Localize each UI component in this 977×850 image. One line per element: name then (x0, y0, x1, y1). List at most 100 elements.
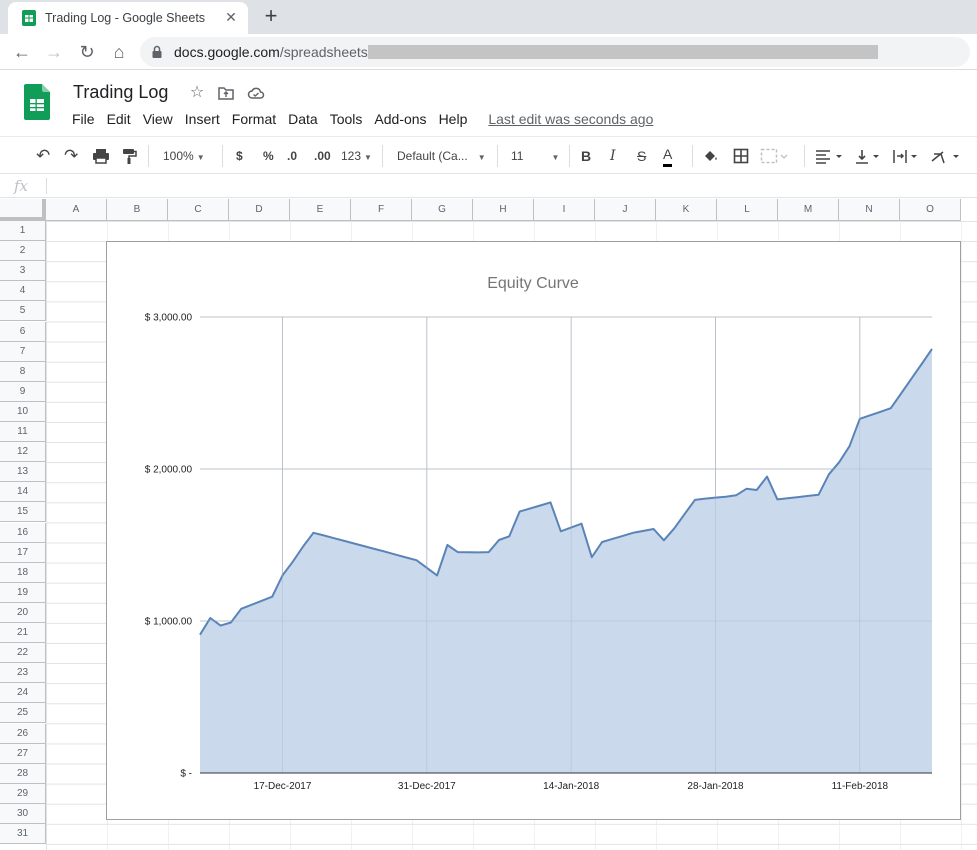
column-header-m[interactable]: M (778, 199, 839, 221)
text-rotation-icon[interactable] (929, 146, 965, 166)
row-header-4[interactable]: 4 (0, 281, 46, 302)
chevron-down-icon: ▼ (477, 153, 486, 162)
vertical-align-icon[interactable] (853, 146, 885, 166)
column-header-o[interactable]: O (900, 199, 961, 221)
horizontal-align-icon[interactable] (814, 146, 846, 166)
bold-button[interactable]: B (581, 146, 591, 166)
row-header-16[interactable]: 16 (0, 522, 46, 543)
row-header-23[interactable]: 23 (0, 663, 46, 684)
row-header-6[interactable]: 6 (0, 321, 46, 342)
cloud-status-icon[interactable] (247, 84, 265, 102)
italic-button[interactable]: I (610, 146, 616, 166)
tab-title: Trading Log - Google Sheets (45, 11, 206, 25)
font-size-select[interactable]: 11 ▼ (511, 146, 559, 166)
row-header-12[interactable]: 12 (0, 442, 46, 463)
row-header-13[interactable]: 13 (0, 462, 46, 483)
home-icon[interactable]: ⌂ (107, 40, 131, 64)
column-header-h[interactable]: H (473, 199, 534, 221)
chevron-down-icon: ▼ (551, 153, 560, 162)
row-header-11[interactable]: 11 (0, 422, 46, 443)
toolbar-divider (804, 145, 805, 167)
menu-data[interactable]: Data (282, 109, 324, 131)
increase-decimal-button[interactable]: .00 (314, 146, 331, 166)
row-header-1[interactable]: 1 (0, 221, 46, 242)
column-header-a[interactable]: A (46, 199, 107, 221)
column-header-i[interactable]: I (534, 199, 595, 221)
percent-format-button[interactable]: % (263, 146, 274, 166)
close-tab-icon[interactable]: ✕ (222, 8, 240, 26)
row-header-26[interactable]: 26 (0, 723, 46, 744)
row-header-29[interactable]: 29 (0, 783, 46, 804)
paint-format-icon[interactable] (121, 146, 137, 166)
undo-icon[interactable]: ↶ (36, 146, 50, 166)
menu-addons[interactable]: Add-ons (368, 109, 432, 131)
row-header-7[interactable]: 7 (0, 341, 46, 362)
row-header-27[interactable]: 27 (0, 743, 46, 764)
row-header-28[interactable]: 28 (0, 763, 46, 784)
row-header-3[interactable]: 3 (0, 261, 46, 282)
column-header-b[interactable]: B (107, 199, 168, 221)
document-title[interactable]: Trading Log (73, 82, 168, 103)
new-tab-button[interactable]: + (259, 5, 283, 29)
column-header-g[interactable]: G (412, 199, 473, 221)
column-header-n[interactable]: N (839, 199, 900, 221)
menu-file[interactable]: File (66, 109, 101, 131)
fx-icon: fx (14, 177, 29, 195)
row-header-31[interactable]: 31 (0, 824, 46, 845)
row-header-5[interactable]: 5 (0, 301, 46, 322)
column-header-f[interactable]: F (351, 199, 412, 221)
star-icon[interactable]: ☆ (188, 84, 206, 102)
menu-help[interactable]: Help (433, 109, 474, 131)
column-header-k[interactable]: K (656, 199, 717, 221)
zoom-select[interactable]: 100% ▼ (163, 146, 205, 166)
row-header-25[interactable]: 25 (0, 703, 46, 724)
strikethrough-button[interactable]: S (637, 146, 646, 166)
reload-icon[interactable]: ↻ (75, 40, 99, 64)
row-header-20[interactable]: 20 (0, 602, 46, 623)
fill-color-icon[interactable] (702, 146, 720, 166)
column-header-d[interactable]: D (229, 199, 290, 221)
row-header-15[interactable]: 15 (0, 502, 46, 523)
row-header-9[interactable]: 9 (0, 381, 46, 402)
address-bar[interactable]: docs.google.com/spreadsheets/ (140, 37, 970, 67)
text-wrapping-icon[interactable] (891, 146, 923, 166)
borders-icon[interactable] (733, 146, 749, 166)
redo-icon[interactable]: ↷ (64, 146, 78, 166)
currency-format-button[interactable]: $ (236, 146, 243, 166)
column-header-e[interactable]: E (290, 199, 351, 221)
row-header-18[interactable]: 18 (0, 562, 46, 583)
row-header-2[interactable]: 2 (0, 241, 46, 262)
move-folder-icon[interactable] (217, 84, 235, 102)
row-header-21[interactable]: 21 (0, 623, 46, 644)
row-header-14[interactable]: 14 (0, 482, 46, 503)
more-formats-select[interactable]: 123 ▼ (341, 146, 372, 166)
back-icon[interactable]: ← (10, 40, 34, 64)
column-header-c[interactable]: C (168, 199, 229, 221)
row-header-22[interactable]: 22 (0, 643, 46, 664)
row-header-24[interactable]: 24 (0, 683, 46, 704)
menu-tools[interactable]: Tools (324, 109, 369, 131)
browser-tab[interactable]: Trading Log - Google Sheets ✕ (8, 2, 248, 34)
row-header-19[interactable]: 19 (0, 582, 46, 603)
equity-curve-chart[interactable]: Equity Curve $ - $ 1,000.00 $ 2,000.00 $ 3,0… (106, 241, 961, 820)
font-select[interactable]: Default (Ca... ▼ (397, 146, 486, 166)
decrease-decimal-button[interactable]: .0 (287, 146, 297, 166)
print-icon[interactable] (92, 146, 110, 166)
column-header-l[interactable]: L (717, 199, 778, 221)
y-tick-label: $ 3,000.00 (145, 313, 193, 324)
menu-view[interactable]: View (137, 109, 179, 131)
menu-format[interactable]: Format (226, 109, 282, 131)
row-header-30[interactable]: 30 (0, 803, 46, 824)
column-header-j[interactable]: J (595, 199, 656, 221)
row-header-8[interactable]: 8 (0, 361, 46, 382)
last-edit-link[interactable]: Last edit was seconds ago (473, 109, 659, 131)
menu-insert[interactable]: Insert (179, 109, 226, 131)
text-color-button[interactable]: A (663, 146, 673, 167)
sheets-logo-icon[interactable] (24, 84, 50, 120)
row-header-10[interactable]: 10 (0, 401, 46, 422)
select-all-corner[interactable] (0, 199, 46, 221)
menu-edit[interactable]: Edit (101, 109, 137, 131)
forward-icon[interactable]: → (42, 40, 66, 64)
row-header-17[interactable]: 17 (0, 542, 46, 563)
merge-cells-icon[interactable] (760, 146, 788, 166)
